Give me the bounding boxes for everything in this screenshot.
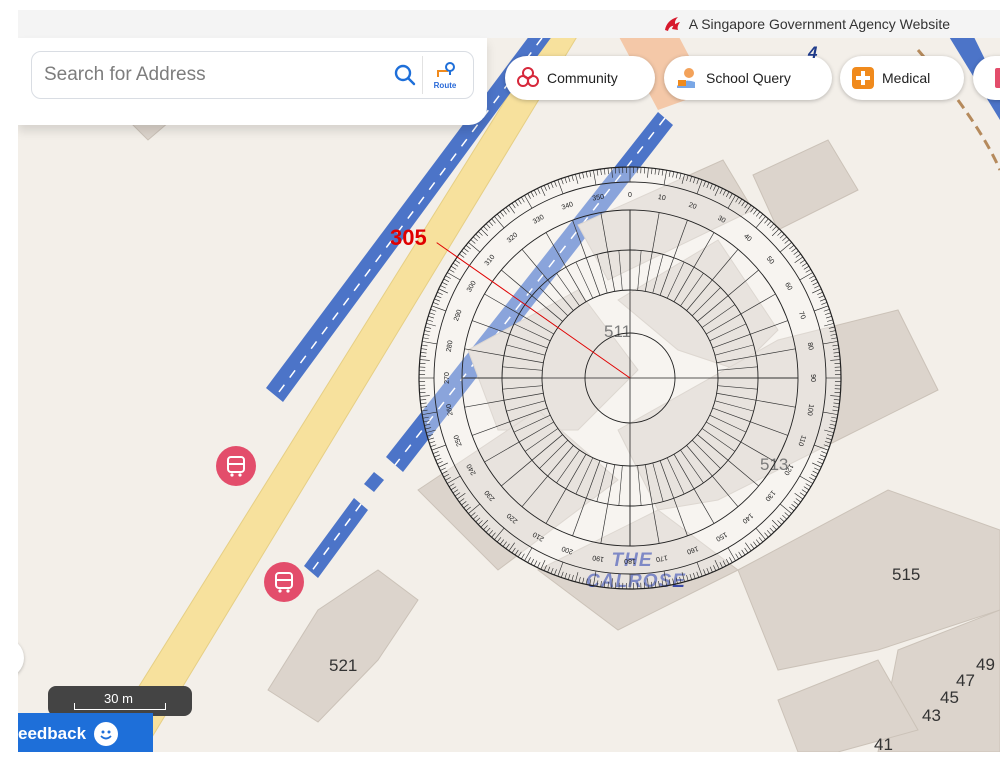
community-chip[interactable]: Community xyxy=(505,56,655,100)
search-box: Route xyxy=(31,51,474,99)
road-marker: 4 xyxy=(808,43,818,62)
smiley-icon xyxy=(94,722,119,746)
route-icon xyxy=(437,61,455,77)
medical-chip[interactable]: Medical xyxy=(840,56,964,100)
chip-label: Medical xyxy=(882,70,931,86)
estate-label: THE CALROSE xyxy=(586,550,686,592)
chip-label: School Query xyxy=(706,70,791,86)
bus-stop-icon[interactable] xyxy=(264,562,304,602)
building-block xyxy=(467,289,639,431)
bus-lane-fragment xyxy=(364,472,384,492)
feedback-label: eedback xyxy=(18,724,87,743)
route-button[interactable]: Route xyxy=(422,56,467,94)
community-icon xyxy=(515,65,541,91)
building-block xyxy=(752,139,859,231)
estate-name-line1: THE xyxy=(611,550,653,571)
food-icon xyxy=(987,65,1000,91)
medical-icon xyxy=(850,65,876,91)
building-layer xyxy=(107,79,1000,752)
building-label: 513 xyxy=(760,455,789,474)
government-banner: A Singapore Government Agency Website xyxy=(18,10,1000,38)
singapore-lion-icon xyxy=(664,17,680,31)
school-query-chip[interactable]: School Query xyxy=(664,56,832,100)
building-label: 45 xyxy=(940,688,959,707)
search-icon[interactable] xyxy=(388,58,422,92)
route-label: Route xyxy=(433,80,457,90)
banner-text: A Singapore Government Agency Website xyxy=(688,16,950,32)
feedback-button[interactable]: eedback xyxy=(18,713,153,752)
building-label: 49 xyxy=(976,655,995,674)
building-label: 511 xyxy=(604,322,632,341)
bearing-readout: 305 xyxy=(390,225,427,250)
bus-stop-icon[interactable] xyxy=(216,446,256,486)
map-viewport[interactable]: A Singapore Government Agency Website Ro… xyxy=(18,10,1000,752)
search-panel: Route xyxy=(18,38,487,125)
chip-label: Community xyxy=(547,70,618,86)
school-query-icon xyxy=(674,65,700,91)
building-label: 43 xyxy=(922,706,941,725)
building-label: 521 xyxy=(329,656,358,675)
estate-name-line2: CALROSE xyxy=(586,571,686,592)
building-label: 515 xyxy=(892,565,921,584)
building-label: 41 xyxy=(874,735,893,752)
scale-tick xyxy=(74,703,166,710)
scale-bar: 30 m xyxy=(48,686,192,716)
search-input[interactable] xyxy=(32,54,388,96)
